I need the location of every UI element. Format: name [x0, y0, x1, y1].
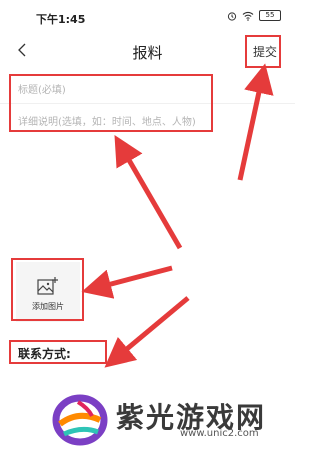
arrow-to-submit	[237, 63, 274, 181]
watermark-logo-icon	[52, 394, 108, 446]
arrow-to-contact	[104, 296, 190, 368]
watermark-url: www.unic2.com	[180, 428, 259, 439]
watermark: 紫光游戏网 www.unic2.com	[48, 390, 288, 450]
arrow-to-photo	[81, 265, 173, 299]
arrow-to-form	[114, 135, 183, 250]
